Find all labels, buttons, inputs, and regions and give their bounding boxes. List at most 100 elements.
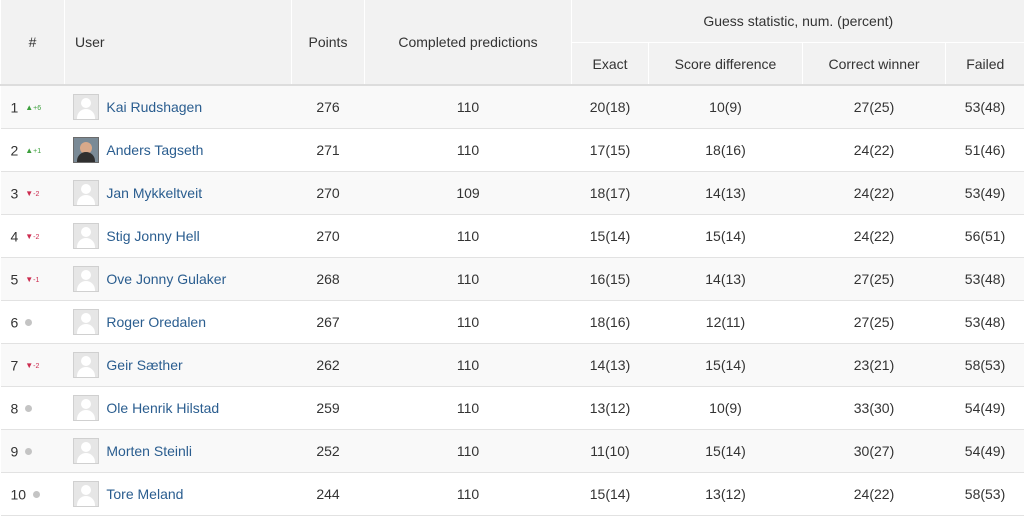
- user-cell: Kai Rudshagen: [65, 85, 292, 129]
- failed-cell: 58(53): [946, 344, 1024, 387]
- completed-cell: 110: [365, 344, 572, 387]
- user-link[interactable]: Ove Jonny Gulaker: [106, 271, 226, 287]
- exact-header: Exact: [572, 43, 649, 86]
- table-row: 3 ▼-2 Jan Mykkeltveit 270 109 18(17) 14(…: [1, 172, 1024, 215]
- exact-cell: 14(13): [572, 344, 649, 387]
- placeholder-avatar[interactable]: [73, 94, 99, 120]
- user-cell: Roger Oredalen: [65, 301, 292, 344]
- rank-number: 9: [11, 444, 19, 460]
- table-row: 9 Morten Steinli 252 110 11(10) 15(14) 3…: [1, 430, 1024, 473]
- user-link[interactable]: Anders Tagseth: [106, 142, 203, 158]
- user-cell: Morten Steinli: [65, 430, 292, 473]
- correct-winner-cell: 27(25): [803, 85, 946, 129]
- user-link[interactable]: Kai Rudshagen: [106, 99, 202, 115]
- unchanged-dot-icon: [33, 491, 40, 498]
- correct-winner-cell: 24(22): [803, 172, 946, 215]
- exact-cell: 18(16): [572, 301, 649, 344]
- placeholder-avatar[interactable]: [73, 223, 99, 249]
- points-cell: 276: [292, 85, 365, 129]
- rank-change: +1: [33, 148, 41, 155]
- user-link[interactable]: Morten Steinli: [106, 443, 192, 459]
- points-cell: 268: [292, 258, 365, 301]
- rank-change: -2: [33, 234, 39, 241]
- placeholder-avatar[interactable]: [73, 352, 99, 378]
- rank-trend-indicator: [25, 319, 32, 326]
- photo-avatar[interactable]: [73, 137, 99, 163]
- completed-cell: 109: [365, 172, 572, 215]
- user-link[interactable]: Stig Jonny Hell: [106, 228, 199, 244]
- placeholder-avatar[interactable]: [73, 180, 99, 206]
- correct-winner-cell: 24(22): [803, 473, 946, 516]
- arrow-down-icon: ▼: [25, 189, 33, 198]
- points-cell: 270: [292, 172, 365, 215]
- user-cell: Ove Jonny Gulaker: [65, 258, 292, 301]
- rank-cell: 4 ▼-2: [1, 215, 65, 258]
- unchanged-dot-icon: [25, 319, 32, 326]
- rank-number: 2: [11, 143, 19, 159]
- points-header: Points: [292, 0, 365, 85]
- points-cell: 262: [292, 344, 365, 387]
- rank-trend-indicator: [25, 448, 32, 455]
- placeholder-avatar[interactable]: [73, 481, 99, 507]
- score-difference-cell: 15(14): [649, 344, 803, 387]
- rank-change: +6: [33, 105, 41, 112]
- completed-cell: 110: [365, 85, 572, 129]
- placeholder-avatar[interactable]: [73, 395, 99, 421]
- rank-number: 1: [11, 100, 19, 116]
- score-difference-cell: 12(11): [649, 301, 803, 344]
- user-link[interactable]: Roger Oredalen: [106, 314, 206, 330]
- rank-trend-indicator: [33, 491, 40, 498]
- exact-cell: 16(15): [572, 258, 649, 301]
- score-difference-cell: 14(13): [649, 258, 803, 301]
- table-row: 6 Roger Oredalen 267 110 18(16) 12(11) 2…: [1, 301, 1024, 344]
- table-row: 1 ▲+6 Kai Rudshagen 276 110 20(18) 10(9)…: [1, 85, 1024, 129]
- arrow-down-icon: ▼: [25, 232, 33, 241]
- points-cell: 244: [292, 473, 365, 516]
- unchanged-dot-icon: [25, 405, 32, 412]
- score-difference-cell: 18(16): [649, 129, 803, 172]
- rank-cell: 1 ▲+6: [1, 85, 65, 129]
- user-link[interactable]: Tore Meland: [106, 486, 183, 502]
- arrow-up-icon: ▲: [25, 103, 33, 112]
- completed-cell: 110: [365, 430, 572, 473]
- failed-header: Failed: [946, 43, 1024, 86]
- user-link[interactable]: Jan Mykkeltveit: [106, 185, 202, 201]
- placeholder-avatar[interactable]: [73, 438, 99, 464]
- rank-trend-indicator: ▲+6: [25, 103, 41, 112]
- exact-cell: 17(15): [572, 129, 649, 172]
- points-cell: 267: [292, 301, 365, 344]
- exact-cell: 13(12): [572, 387, 649, 430]
- user-link[interactable]: Geir Sæther: [106, 357, 182, 373]
- failed-cell: 56(51): [946, 215, 1024, 258]
- correct-winner-cell: 27(25): [803, 258, 946, 301]
- placeholder-avatar[interactable]: [73, 266, 99, 292]
- rank-trend-indicator: ▼-2: [25, 232, 39, 241]
- exact-cell: 18(17): [572, 172, 649, 215]
- unchanged-dot-icon: [25, 448, 32, 455]
- rank-number: 7: [11, 358, 19, 374]
- score-difference-cell: 13(12): [649, 473, 803, 516]
- rank-number: 10: [11, 487, 27, 503]
- points-cell: 252: [292, 430, 365, 473]
- rank-cell: 5 ▼-1: [1, 258, 65, 301]
- failed-cell: 53(48): [946, 258, 1024, 301]
- rank-change: -2: [33, 191, 39, 198]
- failed-cell: 53(48): [946, 85, 1024, 129]
- table-row: 4 ▼-2 Stig Jonny Hell 270 110 15(14) 15(…: [1, 215, 1024, 258]
- score-difference-cell: 14(13): [649, 172, 803, 215]
- rank-trend-indicator: ▼-2: [25, 189, 39, 198]
- arrow-down-icon: ▼: [25, 275, 33, 284]
- placeholder-avatar[interactable]: [73, 309, 99, 335]
- completed-cell: 110: [365, 215, 572, 258]
- rank-change: -1: [33, 277, 39, 284]
- user-header: User: [65, 0, 292, 85]
- rank-number: 4: [11, 229, 19, 245]
- user-link[interactable]: Ole Henrik Hilstad: [106, 400, 219, 416]
- rank-cell: 10: [1, 473, 65, 516]
- table-row: 10 Tore Meland 244 110 15(14) 13(12) 24(…: [1, 473, 1024, 516]
- failed-cell: 51(46): [946, 129, 1024, 172]
- rank-trend-indicator: [25, 405, 32, 412]
- rank-cell: 6: [1, 301, 65, 344]
- exact-cell: 15(14): [572, 473, 649, 516]
- points-cell: 271: [292, 129, 365, 172]
